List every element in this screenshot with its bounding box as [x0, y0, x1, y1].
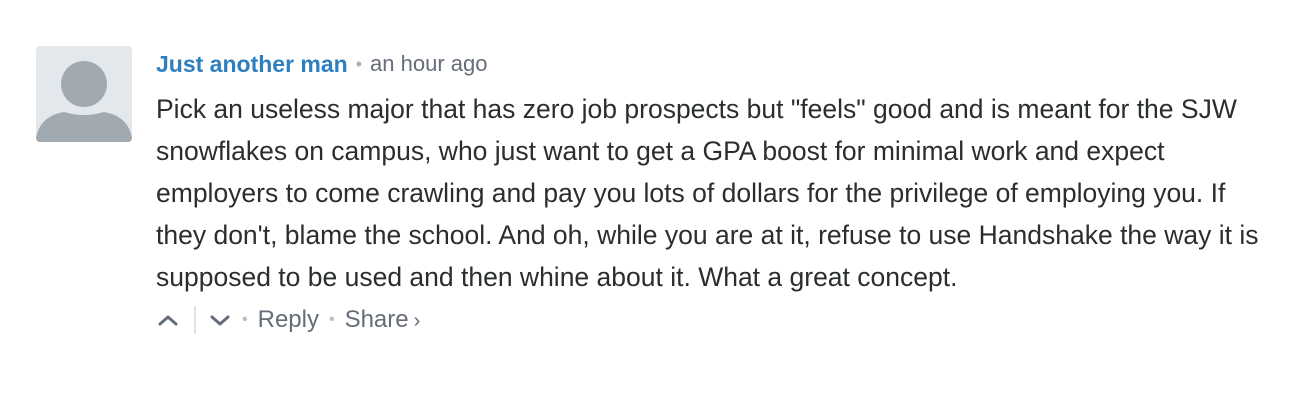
chevron-down-icon: [210, 315, 230, 326]
comment-body: Just another man • an hour ago Pick an u…: [156, 46, 1281, 340]
default-user-avatar-icon: [36, 46, 132, 142]
vote-divider: [194, 306, 196, 334]
downvote-button[interactable]: [208, 308, 232, 332]
avatar[interactable]: [36, 46, 132, 142]
footer-separator: •: [328, 311, 335, 328]
meta-separator: •: [355, 53, 363, 74]
upvote-button[interactable]: [156, 308, 180, 332]
share-label: Share: [344, 306, 409, 333]
share-button[interactable]: Share ›: [345, 306, 421, 334]
reply-button[interactable]: Reply: [258, 306, 319, 334]
timestamp-link[interactable]: an hour ago: [370, 51, 487, 77]
chevron-up-icon: [158, 315, 178, 326]
chevron-right-icon: ›: [413, 310, 421, 332]
author-name-link[interactable]: Just another man: [156, 51, 348, 78]
footer-separator: •: [242, 311, 248, 328]
comment-header: Just another man • an hour ago: [156, 46, 1281, 82]
comment-footer: • Reply • Share ›: [156, 300, 1281, 340]
comment-text: Pick an useless major that has zero job …: [156, 94, 1259, 292]
